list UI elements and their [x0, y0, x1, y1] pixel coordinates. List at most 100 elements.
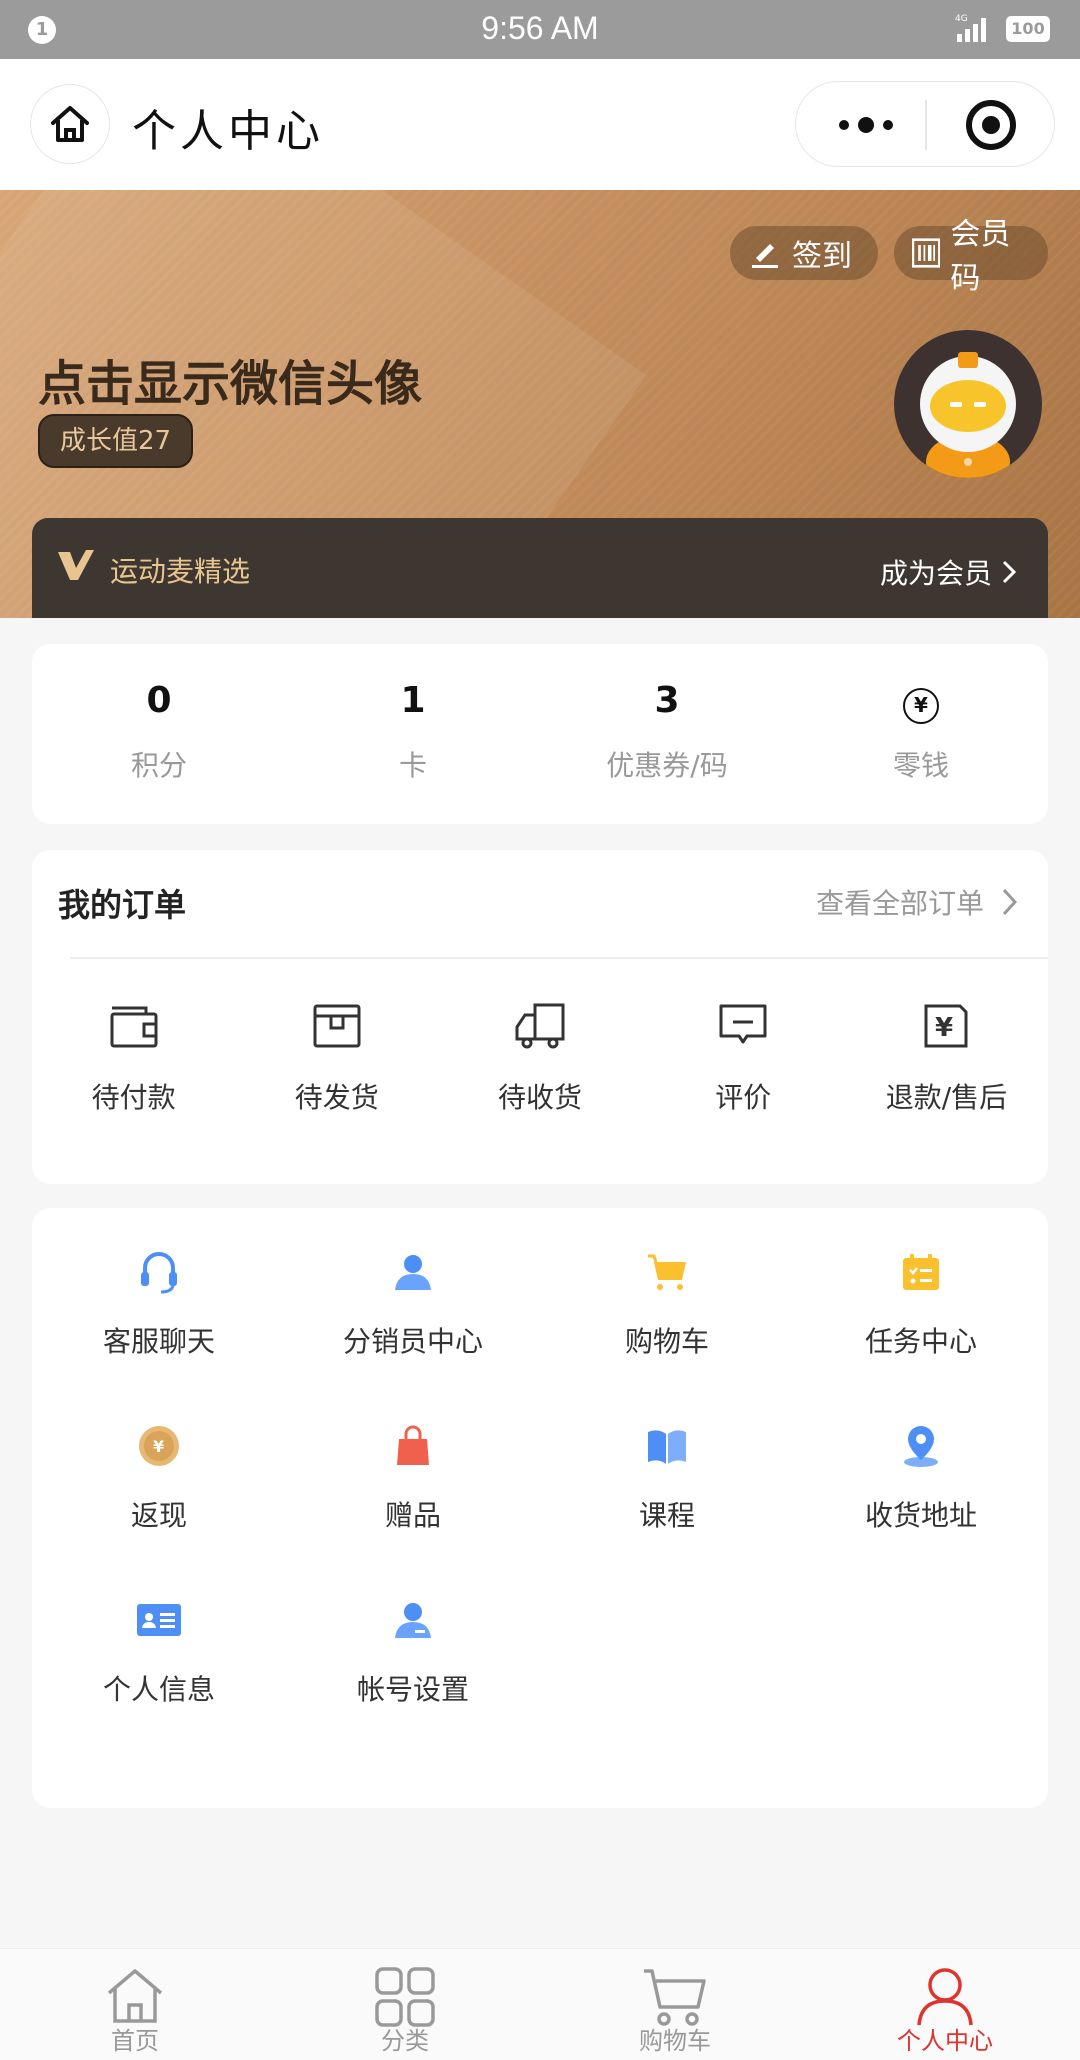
username[interactable]: 点击显示微信头像 — [38, 344, 422, 414]
assets-card: 0 积分 1 卡 3 优惠券/码 ¥ 零钱 — [32, 644, 1048, 824]
vip-logo-icon — [58, 550, 94, 580]
tab-label: 购物车 — [639, 2027, 711, 2055]
user-icon — [395, 1255, 431, 1290]
home-icon — [51, 106, 89, 142]
stat-points[interactable]: 0 积分 — [32, 644, 286, 824]
svg-text:¥: ¥ — [153, 1437, 164, 1456]
status-bar: 1 9:56 AM 4G 100 — [0, 0, 1080, 59]
orders-title: 我的订单 — [58, 886, 187, 924]
view-all-orders-link[interactable]: 查看全部订单 — [816, 882, 1018, 922]
page-header: 个人中心 — [0, 59, 1080, 190]
capsule-divider — [925, 100, 927, 150]
service-address[interactable]: 收货地址 — [794, 1422, 1048, 1534]
home-icon — [107, 1969, 163, 2023]
truck-icon — [515, 1003, 565, 1049]
service-gifts[interactable]: 赠品 — [286, 1422, 540, 1534]
divider — [70, 957, 1048, 959]
tab-cart[interactable]: 购物车 — [540, 1949, 810, 2060]
signal-icon: 4G — [955, 14, 986, 42]
service-label: 任务中心 — [864, 1325, 977, 1358]
become-member-label: 成为会员 — [879, 557, 992, 590]
service-customer-chat[interactable]: 客服聊天 — [32, 1248, 286, 1360]
become-member-link[interactable]: 成为会员 — [880, 552, 1016, 592]
service-account-settings[interactable]: 帐号设置 — [286, 1596, 540, 1708]
box-icon — [313, 1004, 361, 1048]
order-label: 退款/售后 — [885, 1081, 1008, 1114]
coin-icon: ¥ — [139, 1426, 179, 1466]
service-distributor-center[interactable]: 分销员中心 — [286, 1248, 540, 1360]
service-task-center[interactable]: 任务中心 — [794, 1248, 1048, 1360]
order-refund[interactable]: ¥ 退款/售后 — [845, 996, 1048, 1116]
order-review[interactable]: 评价 — [642, 996, 845, 1116]
stat-cards[interactable]: 1 卡 — [286, 644, 540, 824]
avatar[interactable] — [894, 330, 1042, 478]
service-cart[interactable]: 购物车 — [540, 1248, 794, 1360]
battery-icon: 100 — [1006, 16, 1050, 42]
home-button[interactable] — [30, 84, 110, 164]
book-icon — [648, 1430, 686, 1464]
growth-value-badge[interactable]: 成长值27 — [38, 414, 194, 468]
services-grid: 客服聊天 分销员中心 购物车 任务中心 ¥ 返现 赠品 课程 收货地址 个人信息… — [32, 1248, 1048, 1708]
more-dots-icon — [839, 117, 893, 133]
refund-icon: ¥ — [924, 1004, 968, 1048]
order-label: 待付款 — [91, 1081, 176, 1114]
service-personal-info[interactable]: 个人信息 — [32, 1596, 286, 1708]
service-label: 赠品 — [384, 1499, 441, 1532]
headset-icon — [141, 1252, 177, 1294]
task-icon — [903, 1254, 939, 1290]
page-title: 个人中心 — [132, 106, 324, 157]
person-icon — [917, 1968, 973, 2026]
svg-text:¥: ¥ — [935, 1013, 953, 1043]
pencil-icon — [752, 244, 778, 268]
order-label: 待发货 — [294, 1081, 379, 1114]
stat-coupons[interactable]: 3 优惠券/码 — [540, 644, 794, 824]
order-status-row: 待付款 待发货 待收货 评价 ¥ 退款/售后 — [32, 996, 1048, 1116]
wallet-icon — [110, 1006, 158, 1048]
checkin-button[interactable]: 签到 — [730, 226, 878, 280]
gift-bag-icon — [397, 1425, 429, 1465]
grid-icon — [375, 1967, 435, 2027]
service-cashback[interactable]: ¥ 返现 — [32, 1422, 286, 1534]
account-icon — [395, 1603, 431, 1638]
service-label: 购物车 — [624, 1325, 709, 1358]
order-pending-payment[interactable]: 待付款 — [32, 996, 235, 1116]
bottom-tab-bar: 首页 分类 购物车 个人中心 — [0, 1948, 1080, 2060]
tab-profile[interactable]: 个人中心 — [810, 1949, 1080, 2060]
service-courses[interactable]: 课程 — [540, 1422, 794, 1534]
vip-brand-name: 运动麦精选 — [110, 555, 251, 588]
service-label: 返现 — [130, 1499, 187, 1532]
stat-value: 0 — [146, 680, 172, 721]
service-label: 收货地址 — [864, 1499, 977, 1532]
orders-card: 我的订单 查看全部订单 待付款 待发货 待收货 评价 ¥ 退款/售后 — [32, 850, 1048, 1184]
member-code-label: 会员码 — [950, 217, 1011, 296]
tab-label: 个人中心 — [897, 2027, 993, 2055]
tab-label: 分类 — [381, 2027, 429, 2055]
cart-icon — [648, 1254, 686, 1290]
view-all-orders-label: 查看全部订单 — [815, 887, 984, 920]
more-button[interactable] — [826, 82, 906, 168]
vip-bar[interactable]: 运动麦精选 成为会员 — [32, 518, 1048, 618]
stat-label: 优惠券/码 — [606, 749, 728, 782]
tab-category[interactable]: 分类 — [270, 1949, 540, 2060]
stat-change[interactable]: ¥ 零钱 — [794, 644, 1048, 824]
order-label: 待收货 — [498, 1081, 583, 1114]
stat-value: 1 — [400, 680, 426, 721]
service-label: 个人信息 — [102, 1673, 215, 1706]
chevron-right-icon — [1002, 888, 1018, 916]
stat-label: 积分 — [130, 749, 187, 782]
order-pending-receipt[interactable]: 待收货 — [438, 996, 641, 1116]
service-label: 客服聊天 — [102, 1325, 215, 1358]
tab-home[interactable]: 首页 — [0, 1949, 270, 2060]
service-label: 课程 — [638, 1499, 695, 1532]
chevron-right-icon — [1002, 560, 1016, 584]
svg-text:4G: 4G — [955, 14, 968, 24]
stat-label: 卡 — [398, 749, 427, 782]
services-card: 客服聊天 分销员中心 购物车 任务中心 ¥ 返现 赠品 课程 收货地址 个人信息… — [32, 1208, 1048, 1808]
close-miniprogram-button[interactable] — [966, 100, 1016, 150]
location-icon — [904, 1426, 938, 1467]
yen-icon: ¥ — [903, 688, 939, 724]
stat-value: 3 — [654, 680, 680, 721]
member-code-button[interactable]: 会员码 — [894, 217, 1048, 296]
order-pending-shipment[interactable]: 待发货 — [235, 996, 438, 1116]
profile-banner: 签到 会员码 点击显示微信头像 成长值27 运动麦精选 成为会员 — [0, 190, 1080, 618]
